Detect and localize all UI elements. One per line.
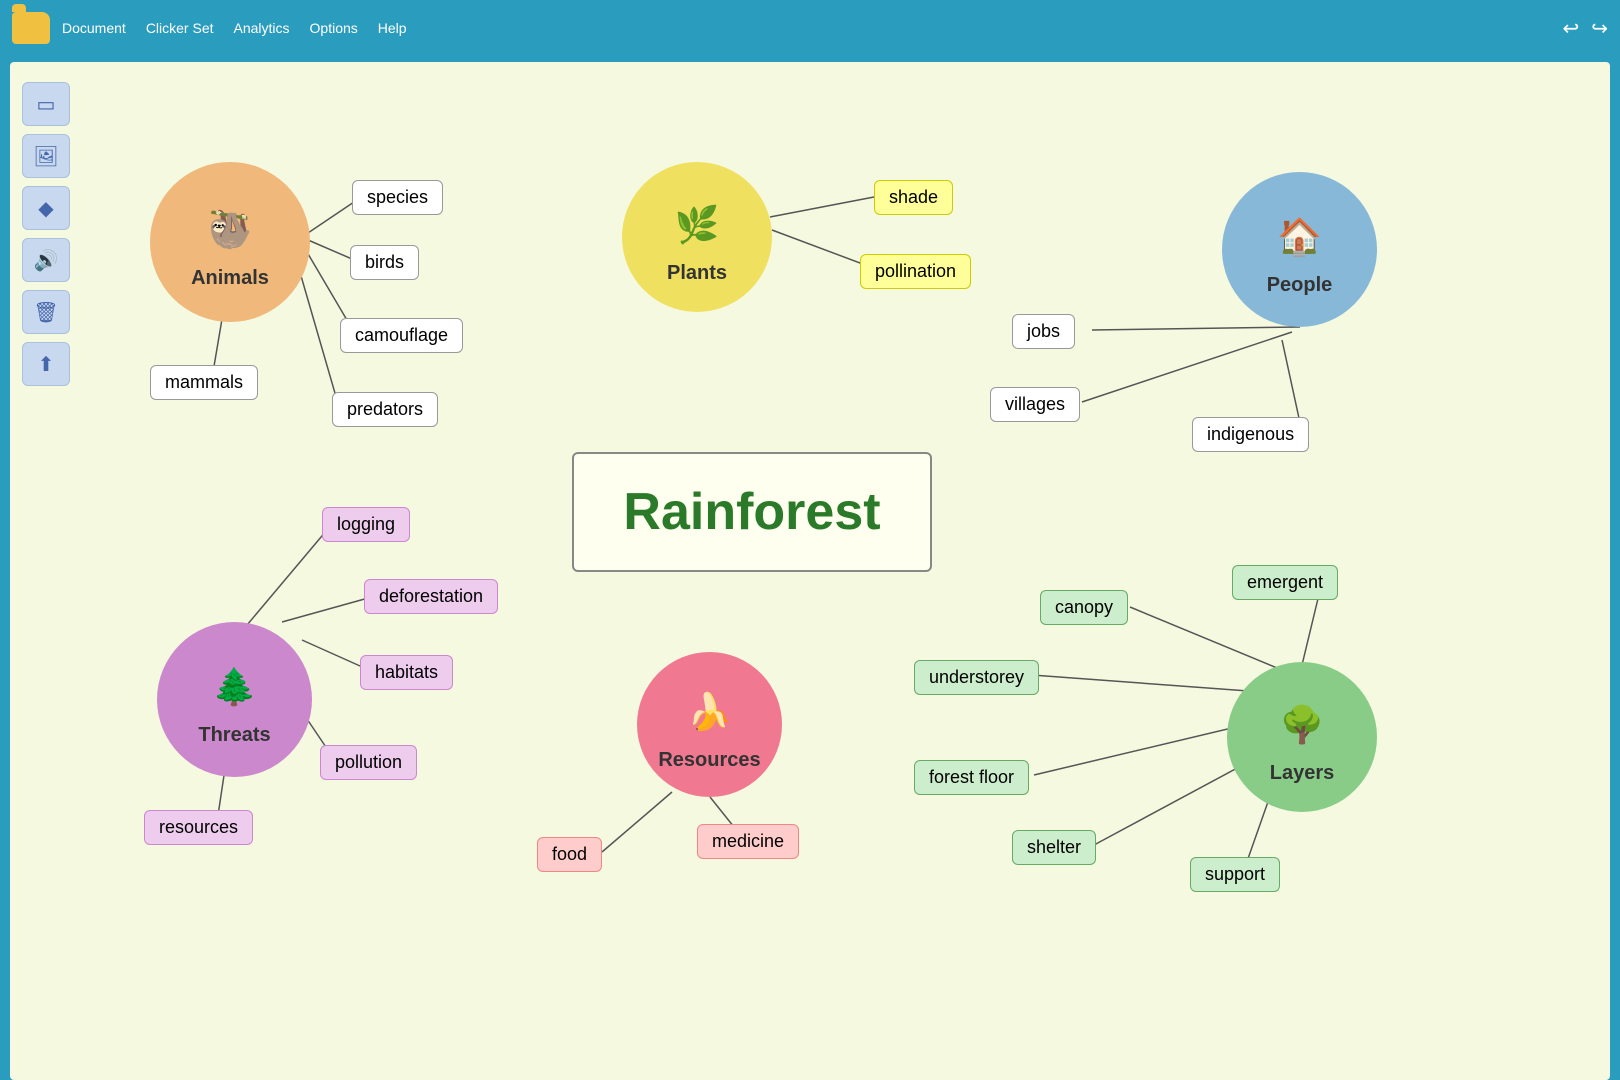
- menu-options[interactable]: Options: [310, 20, 358, 36]
- mindmap-canvas: Rainforest 🦥 Animals 🌿 Plants 🏠 People 🌲…: [82, 62, 1610, 1080]
- node-habitats[interactable]: habitats: [360, 655, 453, 690]
- circle-plants[interactable]: 🌿 Plants: [622, 162, 772, 312]
- node-species[interactable]: species: [352, 180, 443, 215]
- node-pollination[interactable]: pollination: [860, 254, 971, 289]
- circle-layers[interactable]: 🌳 Layers: [1227, 662, 1377, 812]
- undo-button[interactable]: ↩: [1562, 16, 1579, 41]
- menu-clickerset[interactable]: Clicker Set: [146, 20, 214, 36]
- node-medicine[interactable]: medicine: [697, 824, 799, 859]
- node-shade[interactable]: shade: [874, 180, 953, 215]
- menu-help[interactable]: Help: [378, 20, 407, 36]
- plants-icon: 🌿: [657, 190, 737, 260]
- menu-document[interactable]: Document: [62, 20, 126, 36]
- sidebar-btn-fill[interactable]: ◆: [22, 186, 70, 230]
- sidebar-btn-image[interactable]: 🖼: [22, 134, 70, 178]
- title-bar: Document Clicker Set Analytics Options H…: [0, 0, 1620, 56]
- undo-redo: ↩ ↪: [1562, 16, 1608, 41]
- redo-button[interactable]: ↪: [1591, 16, 1608, 41]
- layers-label: Layers: [1270, 762, 1335, 785]
- sidebar-btn-share[interactable]: ⬆: [22, 342, 70, 386]
- central-title-text: Rainforest: [623, 482, 880, 542]
- node-camouflage[interactable]: camouflage: [340, 318, 463, 353]
- node-mammals[interactable]: mammals: [150, 365, 258, 400]
- animals-icon: 🦥: [190, 195, 270, 265]
- resources-label: Resources: [658, 749, 760, 772]
- node-jobs[interactable]: jobs: [1012, 314, 1075, 349]
- threats-icon: 🌲: [195, 652, 275, 722]
- node-logging[interactable]: logging: [322, 507, 410, 542]
- layers-icon: 🌳: [1262, 690, 1342, 760]
- sidebar-btn-shape[interactable]: ▭: [22, 82, 70, 126]
- node-canopy[interactable]: canopy: [1040, 590, 1128, 625]
- node-food[interactable]: food: [537, 837, 602, 872]
- plants-label: Plants: [667, 262, 727, 285]
- node-indigenous[interactable]: indigenous: [1192, 417, 1309, 452]
- menu-analytics[interactable]: Analytics: [234, 20, 290, 36]
- node-forest-floor[interactable]: forest floor: [914, 760, 1029, 795]
- node-pollution[interactable]: pollution: [320, 745, 417, 780]
- resources-icon: 🍌: [670, 677, 750, 747]
- node-resources-th[interactable]: resources: [144, 810, 253, 845]
- menu-bar: Document Clicker Set Analytics Options H…: [62, 20, 407, 36]
- node-birds[interactable]: birds: [350, 245, 419, 280]
- canvas-area: ▭ 🖼 ◆ 🔊 🗑 ⬆: [10, 62, 1610, 1080]
- node-predators[interactable]: predators: [332, 392, 438, 427]
- node-shelter[interactable]: shelter: [1012, 830, 1096, 865]
- node-deforestation[interactable]: deforestation: [364, 579, 498, 614]
- node-emergent[interactable]: emergent: [1232, 565, 1338, 600]
- threats-label: Threats: [198, 724, 270, 747]
- circle-threats[interactable]: 🌲 Threats: [157, 622, 312, 777]
- sidebar: ▭ 🖼 ◆ 🔊 🗑 ⬆: [10, 62, 82, 1080]
- animals-label: Animals: [191, 267, 269, 290]
- people-icon: 🏠: [1260, 202, 1340, 272]
- node-support[interactable]: support: [1190, 857, 1280, 892]
- central-title-box: Rainforest: [572, 452, 932, 572]
- node-villages[interactable]: villages: [990, 387, 1080, 422]
- circle-animals[interactable]: 🦥 Animals: [150, 162, 310, 322]
- circle-people[interactable]: 🏠 People: [1222, 172, 1377, 327]
- circle-resources[interactable]: 🍌 Resources: [637, 652, 782, 797]
- people-label: People: [1267, 274, 1333, 297]
- sidebar-btn-sound[interactable]: 🔊: [22, 238, 70, 282]
- node-understorey[interactable]: understorey: [914, 660, 1039, 695]
- folder-icon[interactable]: [12, 12, 50, 44]
- sidebar-btn-delete[interactable]: 🗑: [22, 290, 70, 334]
